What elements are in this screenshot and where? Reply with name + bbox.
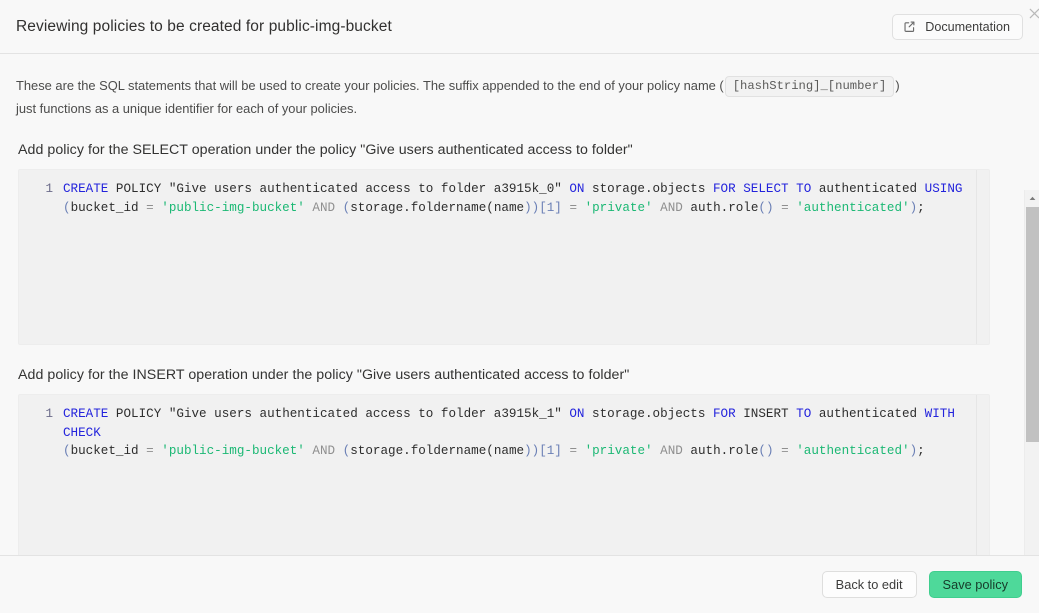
sql-code-block[interactable]: 1 CREATE POLICY "Give users authenticate… (18, 169, 990, 345)
scroll-up-arrow-icon[interactable] (1025, 190, 1039, 206)
sql-statement: CREATE POLICY "Give users authenticated … (63, 407, 963, 459)
save-policy-button[interactable]: Save policy (928, 571, 1022, 598)
sql-statement: CREATE POLICY "Give users authenticated … (63, 182, 963, 215)
documentation-label: Documentation (925, 19, 1010, 34)
sql-code-block[interactable]: 1 CREATE POLICY "Give users authenticate… (18, 394, 990, 555)
code-inner: 1 CREATE POLICY "Give users authenticate… (19, 395, 989, 461)
intro-text-part1: These are the SQL statements that will b… (16, 78, 724, 93)
dialog-body: These are the SQL statements that will b… (0, 54, 1039, 555)
line-number-gutter: 1 (45, 182, 53, 196)
intro-paragraph: These are the SQL statements that will b… (16, 74, 1006, 120)
page-title: Reviewing policies to be created for pub… (16, 17, 392, 35)
close-icon[interactable] (1027, 6, 1039, 21)
line-number-gutter: 1 (45, 407, 53, 421)
policy-section-select: Add policy for the SELECT operation unde… (16, 142, 1023, 345)
scrollbar-thumb[interactable] (1026, 207, 1039, 442)
external-link-icon (903, 20, 916, 33)
header-actions: Documentation (892, 8, 1039, 40)
dialog-footer: Back to edit Save policy (0, 555, 1039, 613)
intro-text-part2: ) (895, 78, 900, 93)
section-title: Add policy for the SELECT operation unde… (18, 142, 633, 158)
suffix-format-code: [hashString]_[number] (724, 76, 895, 97)
review-policies-dialog: Reviewing policies to be created for pub… (0, 0, 1039, 613)
policy-section-insert: Add policy for the INSERT operation unde… (16, 367, 1023, 555)
intro-text-part3: just functions as a unique identifier fo… (16, 101, 358, 116)
section-title: Add policy for the INSERT operation unde… (18, 367, 630, 383)
back-to-edit-button[interactable]: Back to edit (821, 571, 917, 598)
dialog-header: Reviewing policies to be created for pub… (0, 0, 1039, 54)
documentation-button[interactable]: Documentation (892, 8, 1039, 40)
dialog-scrollbar[interactable] (1024, 190, 1039, 555)
code-block-scrollbar[interactable] (976, 170, 989, 344)
code-block-scrollbar[interactable] (976, 395, 989, 555)
code-inner: 1 CREATE POLICY "Give users authenticate… (19, 170, 989, 217)
